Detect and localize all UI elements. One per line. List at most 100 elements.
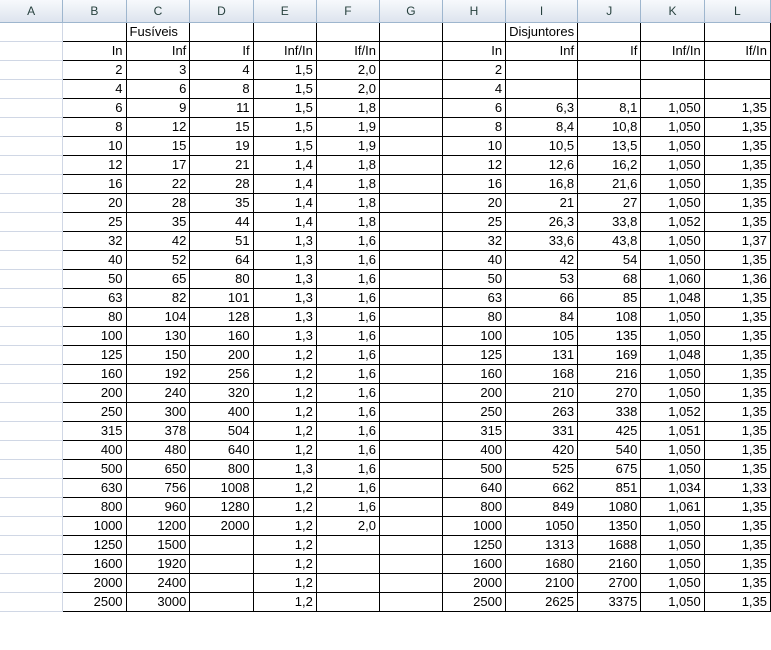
cell[interactable]: 1,052 bbox=[640, 212, 705, 232]
cell[interactable]: 1,8 bbox=[316, 193, 380, 213]
cell[interactable]: 66 bbox=[505, 288, 579, 308]
cell[interactable]: 52 bbox=[126, 250, 191, 270]
cell[interactable]: 1,6 bbox=[316, 326, 380, 346]
disjuntores-header-if[interactable]: If bbox=[577, 41, 642, 61]
cell[interactable]: 1,35 bbox=[704, 440, 771, 460]
cell[interactable]: 33,6 bbox=[505, 231, 579, 251]
cell[interactable]: 1,6 bbox=[316, 231, 380, 251]
cell[interactable]: 1,9 bbox=[316, 136, 380, 156]
cell[interactable]: 400 bbox=[189, 402, 254, 422]
cell[interactable] bbox=[577, 60, 642, 80]
cell[interactable] bbox=[189, 592, 254, 612]
cell[interactable] bbox=[704, 79, 771, 99]
disjuntores-header-inf-in[interactable]: Inf/In bbox=[640, 41, 705, 61]
cell[interactable]: 1,6 bbox=[316, 440, 380, 460]
cell[interactable] bbox=[379, 383, 443, 403]
cell[interactable] bbox=[0, 459, 64, 479]
cell[interactable]: 1,4 bbox=[253, 193, 317, 213]
cell[interactable]: 1,6 bbox=[316, 383, 380, 403]
cell[interactable] bbox=[0, 345, 64, 365]
cell[interactable]: 1,5 bbox=[253, 98, 317, 118]
cell[interactable]: 63 bbox=[62, 288, 127, 308]
cell[interactable]: 8 bbox=[442, 117, 507, 137]
fusiveis-header-inf-in[interactable]: Inf/In bbox=[253, 41, 317, 61]
cell[interactable]: 1,6 bbox=[316, 250, 380, 270]
cell[interactable]: 525 bbox=[505, 459, 579, 479]
cell[interactable]: 851 bbox=[577, 478, 642, 498]
disjuntores-header-if-in[interactable]: If/In bbox=[704, 41, 771, 61]
cell[interactable]: 21 bbox=[505, 193, 579, 213]
cell[interactable]: 1,5 bbox=[253, 60, 317, 80]
cell[interactable]: 1,35 bbox=[704, 250, 771, 270]
cell[interactable]: 12 bbox=[62, 155, 127, 175]
cell[interactable]: 1,050 bbox=[640, 326, 705, 346]
cell[interactable]: 8 bbox=[189, 79, 254, 99]
cell[interactable] bbox=[379, 535, 443, 555]
cell[interactable]: 10,5 bbox=[505, 136, 579, 156]
cell[interactable]: 1,35 bbox=[704, 459, 771, 479]
disjuntores-title[interactable]: Disjuntores bbox=[505, 21, 579, 42]
cell[interactable]: 20 bbox=[62, 193, 127, 213]
fusiveis-header-if-in[interactable]: If/In bbox=[316, 41, 380, 61]
cell[interactable] bbox=[316, 554, 380, 574]
cell[interactable]: 1,35 bbox=[704, 383, 771, 403]
cell[interactable] bbox=[379, 573, 443, 593]
cell[interactable]: 3 bbox=[126, 60, 191, 80]
cell[interactable]: 1,35 bbox=[704, 516, 771, 536]
cell[interactable]: 1,9 bbox=[316, 117, 380, 137]
cell[interactable]: 2,0 bbox=[316, 516, 380, 536]
cell[interactable]: 1,2 bbox=[253, 478, 317, 498]
cell[interactable]: 104 bbox=[126, 307, 191, 327]
cell[interactable]: 1,35 bbox=[704, 573, 771, 593]
cell[interactable]: 80 bbox=[189, 269, 254, 289]
cell[interactable]: 1,8 bbox=[316, 212, 380, 232]
cell[interactable]: 1,050 bbox=[640, 250, 705, 270]
cell[interactable]: 1,050 bbox=[640, 592, 705, 612]
cell[interactable]: 50 bbox=[442, 269, 507, 289]
cell[interactable]: 33,8 bbox=[577, 212, 642, 232]
cell[interactable]: 15 bbox=[189, 117, 254, 137]
cell[interactable] bbox=[189, 21, 254, 42]
cell[interactable] bbox=[0, 592, 64, 612]
cell[interactable] bbox=[379, 193, 443, 213]
cell[interactable]: 1,35 bbox=[704, 554, 771, 574]
cell[interactable]: 84 bbox=[505, 307, 579, 327]
cell[interactable] bbox=[0, 193, 64, 213]
cell[interactable]: 1000 bbox=[442, 516, 507, 536]
cell[interactable]: 19 bbox=[189, 136, 254, 156]
cell[interactable]: 1,6 bbox=[316, 497, 380, 517]
cell[interactable]: 1,36 bbox=[704, 269, 771, 289]
cell[interactable]: 108 bbox=[577, 307, 642, 327]
cell[interactable]: 1250 bbox=[442, 535, 507, 555]
cell[interactable]: 500 bbox=[442, 459, 507, 479]
cell[interactable]: 3000 bbox=[126, 592, 191, 612]
cell[interactable]: 6 bbox=[442, 98, 507, 118]
cell[interactable] bbox=[0, 554, 64, 574]
cell[interactable]: 15 bbox=[126, 136, 191, 156]
cell[interactable]: 1,6 bbox=[316, 478, 380, 498]
cell[interactable]: 9 bbox=[126, 98, 191, 118]
cell[interactable] bbox=[640, 60, 705, 80]
column-header-l[interactable]: L bbox=[704, 0, 771, 23]
cell[interactable] bbox=[0, 136, 64, 156]
cell[interactable]: 1,050 bbox=[640, 193, 705, 213]
cell[interactable] bbox=[379, 60, 443, 80]
cell[interactable] bbox=[0, 421, 64, 441]
cell[interactable]: 1,2 bbox=[253, 421, 317, 441]
cell[interactable]: 1,35 bbox=[704, 307, 771, 327]
cell[interactable]: 40 bbox=[62, 250, 127, 270]
cell[interactable]: 125 bbox=[442, 345, 507, 365]
cell[interactable]: 17 bbox=[126, 155, 191, 175]
cell[interactable]: 1920 bbox=[126, 554, 191, 574]
cell[interactable] bbox=[505, 79, 579, 99]
cell[interactable]: 1,2 bbox=[253, 364, 317, 384]
cell[interactable]: 6,3 bbox=[505, 98, 579, 118]
cell[interactable]: 1,3 bbox=[253, 269, 317, 289]
cell[interactable]: 169 bbox=[577, 345, 642, 365]
cell[interactable]: 100 bbox=[442, 326, 507, 346]
cell[interactable]: 1,052 bbox=[640, 402, 705, 422]
cell[interactable] bbox=[379, 174, 443, 194]
cell[interactable]: 1,8 bbox=[316, 98, 380, 118]
cell[interactable]: 6 bbox=[62, 98, 127, 118]
cell[interactable] bbox=[379, 364, 443, 384]
